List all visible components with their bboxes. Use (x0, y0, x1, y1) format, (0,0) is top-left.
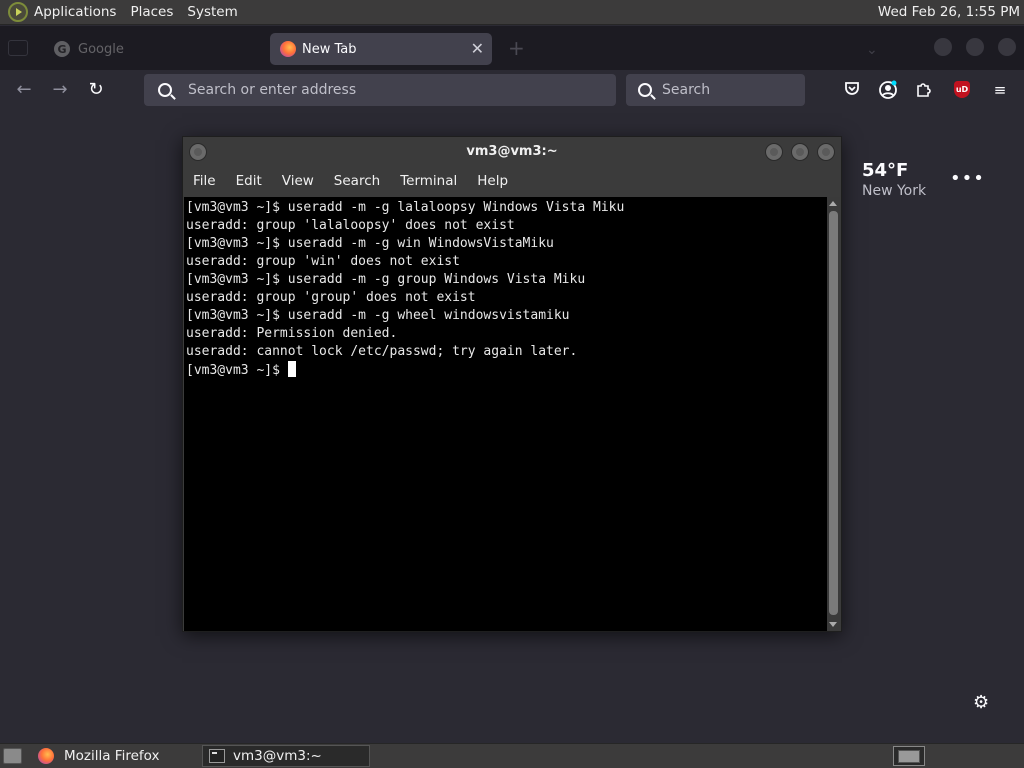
search-placeholder: Search (662, 82, 711, 98)
window-close-button[interactable] (998, 38, 1016, 56)
terminal-titlebar[interactable]: vm3@vm3:~ (183, 137, 841, 167)
tab-label: New Tab (302, 41, 357, 57)
menu-search[interactable]: Search (334, 173, 380, 189)
terminal-icon (209, 749, 225, 763)
top-panel: Applications Places System Wed Feb 26, 1… (0, 0, 1024, 25)
close-tab-icon[interactable]: ✕ (471, 39, 484, 58)
tab-google[interactable]: G Google (44, 34, 266, 64)
window-maximize-button[interactable] (966, 38, 984, 56)
url-bar[interactable]: Search or enter address (144, 74, 616, 106)
weather-temperature: 54°F (862, 160, 909, 181)
workspace-switcher[interactable] (893, 746, 925, 766)
new-tab-plus-icon[interactable]: + (508, 36, 525, 60)
menu-view[interactable]: View (282, 173, 314, 189)
show-desktop-icon[interactable] (3, 748, 22, 764)
terminal-line: [vm3@vm3 ~]$ useradd -m -g win WindowsVi… (186, 236, 554, 251)
tab-new-tab[interactable]: New Tab ✕ (270, 33, 492, 65)
firefox-icon (280, 41, 296, 57)
terminal-prompt-line: [vm3@vm3 ~]$ (186, 361, 825, 380)
tab-list-icon[interactable] (8, 40, 28, 56)
terminal-line: [vm3@vm3 ~]$ useradd -m -g wheel windows… (186, 308, 570, 323)
terminal-line: useradd: group 'win' does not exist (186, 254, 460, 269)
search-icon (158, 83, 172, 97)
taskbar-item-label: vm3@vm3:~ (233, 748, 322, 764)
window-menu-button[interactable] (189, 143, 207, 161)
extensions-icon[interactable] (914, 80, 934, 100)
tab-label: Google (78, 41, 124, 57)
search-icon (638, 83, 652, 97)
search-bar[interactable]: Search (626, 74, 805, 106)
tab-overflow-chevron-icon[interactable]: ⌄ (866, 42, 878, 58)
scroll-up-arrow-icon[interactable] (829, 201, 837, 206)
menu-edit[interactable]: Edit (236, 173, 262, 189)
distro-logo-icon[interactable] (8, 2, 28, 22)
menu-file[interactable]: File (193, 173, 216, 189)
terminal-cursor (287, 361, 296, 377)
window-minimize-button[interactable] (934, 38, 952, 56)
forward-arrow-icon[interactable]: → (48, 78, 72, 102)
weather-city: New York (862, 183, 927, 199)
close-button[interactable] (817, 143, 835, 161)
reload-icon[interactable]: ↻ (84, 78, 108, 102)
taskbar-item-terminal[interactable]: vm3@vm3:~ (202, 745, 370, 767)
maximize-button[interactable] (791, 143, 809, 161)
terminal-menubar: File Edit View Search Terminal Help (183, 167, 841, 195)
browser-nav-bar: ← → ↻ Search or enter address Search uD … (0, 70, 1024, 110)
terminal-line: useradd: Permission denied. (186, 326, 398, 341)
taskbar-item-firefox[interactable]: Mozilla Firefox (32, 745, 198, 767)
menu-terminal[interactable]: Terminal (400, 173, 457, 189)
terminal-line: useradd: group 'lalaloopsy' does not exi… (186, 218, 515, 233)
terminal-scrollbar[interactable] (827, 197, 840, 631)
pocket-icon[interactable] (842, 80, 862, 100)
firefox-icon (38, 748, 54, 764)
terminal-line: useradd: group 'group' does not exist (186, 290, 476, 305)
terminal-output[interactable]: [vm3@vm3 ~]$ useradd -m -g lalaloopsy Wi… (184, 197, 827, 631)
taskbar-item-label: Mozilla Firefox (64, 748, 160, 764)
terminal-prompt: [vm3@vm3 ~]$ (186, 363, 288, 378)
browser-tab-strip: G Google New Tab ✕ + ⌄ (0, 26, 1024, 70)
panel-clock[interactable]: Wed Feb 26, 1:55 PM (878, 4, 1020, 20)
google-g-icon: G (54, 41, 70, 57)
scroll-thumb[interactable] (829, 211, 838, 615)
weather-more-icon[interactable]: ••• (950, 168, 985, 189)
ublock-icon[interactable]: uD (954, 81, 970, 98)
menu-places[interactable]: Places (130, 4, 173, 20)
bottom-panel: Mozilla Firefox vm3@vm3:~ (0, 743, 1024, 768)
scroll-down-arrow-icon[interactable] (829, 622, 837, 627)
minimize-button[interactable] (765, 143, 783, 161)
terminal-line: [vm3@vm3 ~]$ useradd -m -g lalaloopsy Wi… (186, 200, 625, 215)
gear-icon[interactable]: ⚙ (973, 692, 989, 713)
terminal-line: [vm3@vm3 ~]$ useradd -m -g group Windows… (186, 272, 586, 287)
terminal-title: vm3@vm3:~ (466, 144, 558, 159)
account-icon[interactable] (878, 80, 898, 100)
terminal-window[interactable]: vm3@vm3:~ File Edit View Search Terminal… (182, 136, 842, 632)
menu-help[interactable]: Help (477, 173, 508, 189)
url-placeholder: Search or enter address (188, 82, 357, 98)
menu-system[interactable]: System (187, 4, 237, 20)
menu-icon[interactable]: ≡ (990, 80, 1010, 100)
back-arrow-icon[interactable]: ← (12, 78, 36, 102)
terminal-line: useradd: cannot lock /etc/passwd; try ag… (186, 344, 578, 359)
weather-widget[interactable]: 54°F New York (862, 160, 926, 199)
menu-applications[interactable]: Applications (34, 4, 116, 20)
